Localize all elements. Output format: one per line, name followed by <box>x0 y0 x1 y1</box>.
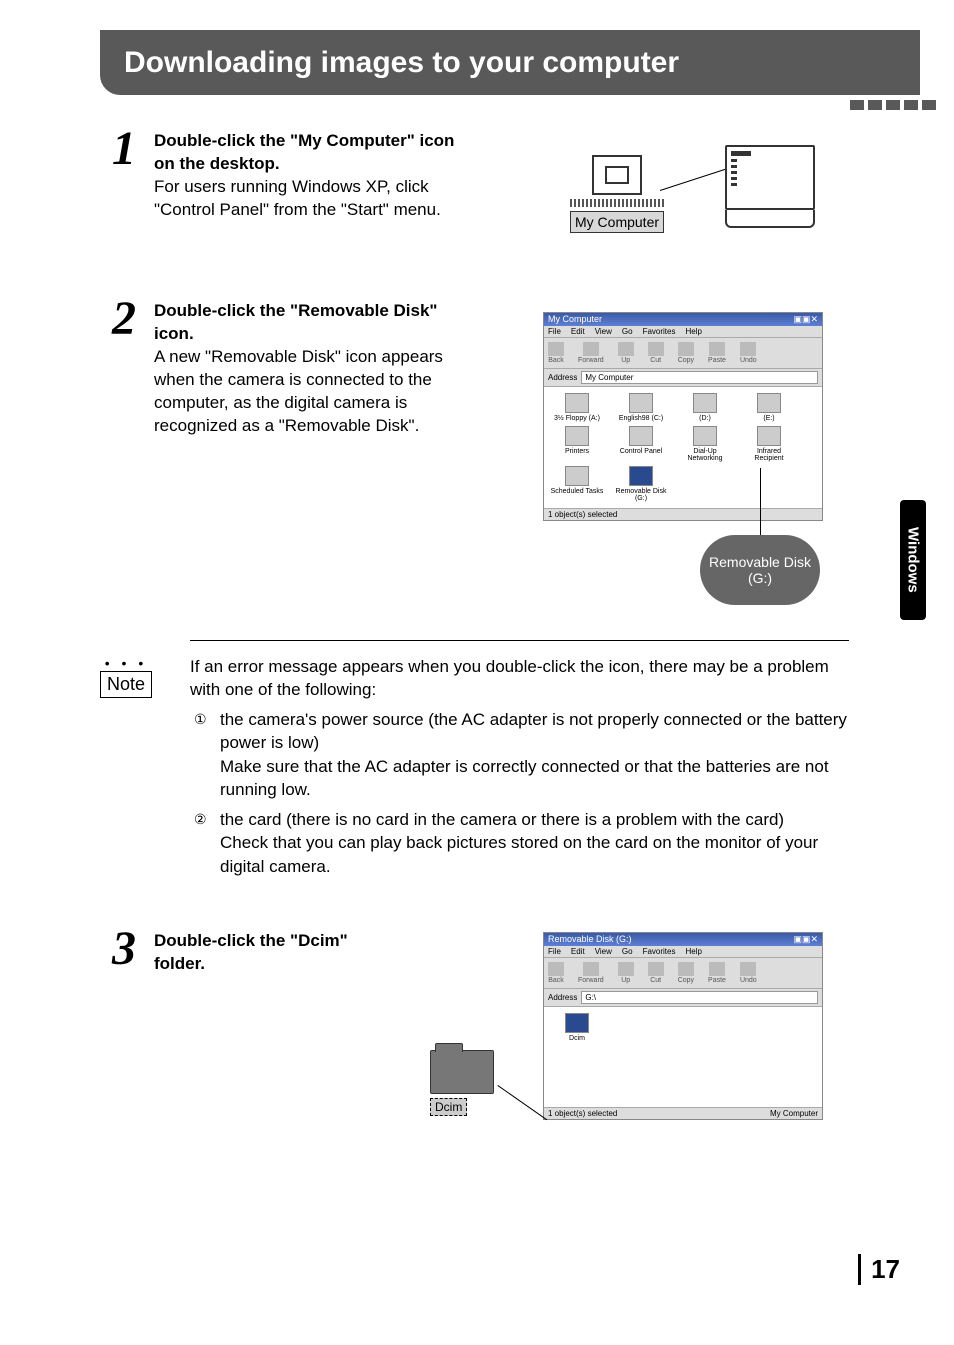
decorative-squares <box>850 100 936 110</box>
figure-mycomputer-window: My Computer ▣▣✕ File Edit View Go Favorit… <box>543 312 823 521</box>
window-controls-icon: ▣▣✕ <box>793 934 818 945</box>
callout-line <box>660 168 727 191</box>
note-badge: • • • Note <box>100 655 152 698</box>
step-number: 2 <box>100 300 136 438</box>
menu-bar: File Edit View Go Favorites Help <box>544 946 822 957</box>
window-controls-icon: ▣▣✕ <box>793 314 818 325</box>
window-title: Removable Disk (G:) <box>548 934 632 945</box>
toolbar: Back Forward Up Cut Copy Paste Undo <box>544 337 822 369</box>
page-header: Downloading images to your computer <box>100 30 920 95</box>
callout-removable-disk: Removable Disk (G:) <box>700 535 820 605</box>
callout-line <box>497 1085 547 1120</box>
removable-disk-icon: Removable Disk (G:) <box>614 466 668 502</box>
note-label: Note <box>100 671 152 698</box>
step-text: For users running Windows XP, click "Con… <box>154 176 464 222</box>
callout-line <box>760 468 761 538</box>
step-number: 3 <box>100 930 136 976</box>
step-text: A new "Removable Disk" icon appears when… <box>154 346 464 438</box>
note-item: ② the card (there is no card in the came… <box>220 808 849 878</box>
step-3: 3 Double-click the "Dcim" folder. <box>100 930 354 976</box>
window-title: My Computer <box>548 314 602 325</box>
page-number: 17 <box>858 1254 900 1285</box>
figure-mycomputer-icon: My Computer <box>570 155 664 233</box>
figure-monitor <box>725 145 815 228</box>
note-intro: If an error message appears when you dou… <box>190 655 849 702</box>
step-2: 2 Double-click the "Removable Disk" icon… <box>100 300 464 438</box>
toolbar: Back Forward Up Cut Copy Paste Undo <box>544 957 822 989</box>
step-1: 1 Double-click the "My Computer" icon on… <box>100 130 464 222</box>
drive-grid: 3½ Floppy (A:) English98 (C:) (D:) (E:) … <box>544 387 822 508</box>
step-heading: Double-click the "Dcim" folder. <box>154 930 354 976</box>
dcim-folder-icon: Dcim <box>550 1013 604 1101</box>
step-number: 1 <box>100 130 136 222</box>
figure-removable-disk-window: Removable Disk (G:) ▣▣✕ File Edit View Go… <box>543 932 823 1120</box>
page-title: Downloading images to your computer <box>124 46 679 80</box>
note-content: If an error message appears when you dou… <box>190 640 849 884</box>
folder-grid: Dcim <box>544 1007 822 1107</box>
step-heading: Double-click the "My Computer" icon on t… <box>154 130 464 176</box>
menu-bar: File Edit View Go Favorites Help <box>544 326 822 337</box>
side-tab-windows: Windows <box>900 500 926 620</box>
mycomputer-label: My Computer <box>570 211 664 233</box>
callout-dcim-folder: Dcim <box>430 1050 494 1116</box>
step-heading: Double-click the "Removable Disk" icon. <box>154 300 464 346</box>
note-item: ① the camera's power source (the AC adap… <box>220 708 849 802</box>
